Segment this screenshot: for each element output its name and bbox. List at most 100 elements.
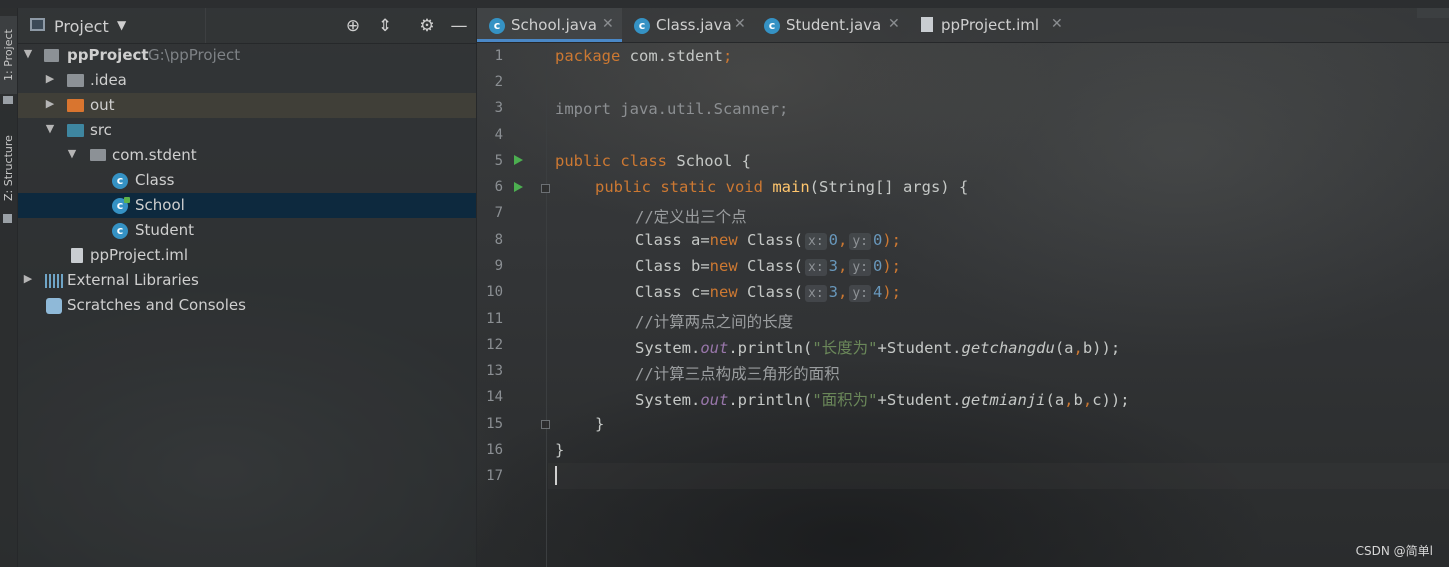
identifier: +Student.: [877, 391, 962, 409]
watermark: CSDN @简单l: [1355, 544, 1433, 558]
code-line-6[interactable]: public static void main(String[] args) {: [595, 178, 968, 196]
tree-item-out[interactable]: ▶ out: [18, 93, 476, 118]
comma: ,: [1073, 339, 1083, 357]
brace: }: [555, 441, 565, 459]
tree-item-idea[interactable]: ▶ .idea: [18, 68, 476, 93]
tree-item-label: src: [90, 121, 112, 139]
string-literal: "面积为": [812, 391, 878, 409]
expand-arrow-icon[interactable]: ▼: [66, 147, 78, 160]
code-line-9[interactable]: Class b=new Class(x: 3, y: 0);: [635, 257, 901, 276]
expand-arrow-icon[interactable]: ▼: [22, 47, 34, 60]
comma: ,: [1082, 391, 1093, 409]
comma: ,: [838, 283, 848, 301]
project-panel: Project ▼ ⊕ ⇕ ⚙ — ▼ ppProject G:\ppProje…: [18, 8, 477, 567]
locate-icon[interactable]: ⊕: [342, 15, 364, 37]
code-line-16[interactable]: }: [555, 441, 564, 459]
brace: }: [595, 415, 605, 433]
line-number: 1: [494, 48, 503, 64]
tree-item-label: Student: [135, 221, 195, 239]
source-folder-icon: [67, 124, 84, 137]
tree-item-external-libraries[interactable]: ▶ External Libraries: [18, 268, 476, 293]
param-hint-x: x:: [805, 259, 827, 276]
line-number: 10: [486, 284, 503, 300]
code-line-1[interactable]: package com.stdent;: [555, 47, 732, 65]
fold-marker-icon[interactable]: [541, 184, 550, 193]
comment: //计算三点构成三角形的面积: [635, 365, 840, 383]
gear-icon[interactable]: ⚙: [416, 15, 438, 37]
code-line-15[interactable]: }: [595, 415, 604, 433]
line-number: 16: [486, 442, 503, 458]
run-class-icon[interactable]: [514, 155, 523, 165]
tree-item-label: Scratches and Consoles: [67, 296, 246, 314]
tab-ppproject-iml[interactable]: ppProject.iml ✕: [907, 8, 1067, 42]
scratches-icon: [46, 298, 62, 314]
structure-tool-tab-label: Z: Structure: [2, 135, 15, 201]
class-icon: c: [112, 223, 128, 239]
close-icon[interactable]: ✕: [1051, 16, 1063, 32]
collapsed-arrow-icon[interactable]: ▶: [44, 72, 56, 85]
code-line-13[interactable]: //计算三点构成三角形的面积: [635, 362, 840, 384]
package-name: com.stdent: [620, 47, 723, 65]
code-line-8[interactable]: Class a=new Class(x: 0, y: 0);: [635, 231, 901, 250]
tree-item-label: .idea: [90, 71, 127, 89]
static-method: getmianji: [961, 391, 1046, 409]
argument: (a: [1045, 391, 1065, 409]
project-panel-header: Project ▼ ⊕ ⇕ ⚙ —: [18, 8, 476, 44]
ide-window: 1: Project Z: Structure Project ▼ ⊕ ⇕ ⚙ …: [0, 0, 1449, 567]
declaration: Class a=: [635, 231, 710, 249]
code-line-5[interactable]: public class School {: [555, 152, 751, 170]
run-main-icon[interactable]: [514, 182, 523, 192]
string-literal: "长度为": [812, 339, 878, 357]
code-line-10[interactable]: Class c=new Class(x: 3, y: 4);: [635, 283, 901, 302]
code-line-11[interactable]: //计算两点之间的长度: [635, 310, 793, 332]
tree-item-scratches[interactable]: Scratches and Consoles: [18, 293, 476, 318]
project-tool-tab-label: 1: Project: [2, 29, 15, 81]
tab-class-java[interactable]: c Class.java ✕: [622, 8, 752, 42]
close-icon[interactable]: ✕: [602, 16, 614, 32]
number: 3: [828, 283, 838, 301]
comma: ,: [838, 231, 848, 249]
project-view-selector[interactable]: Project: [54, 17, 109, 36]
tree-item-label: out: [90, 96, 115, 114]
tree-item-ppproject[interactable]: ▼ ppProject G:\ppProject: [18, 43, 476, 68]
tree-item-label: ppProject.iml: [90, 246, 189, 264]
collapsed-arrow-icon[interactable]: ▶: [44, 97, 56, 110]
tree-item-student[interactable]: c Student: [18, 218, 476, 243]
tree-item-class[interactable]: c Class: [18, 168, 476, 193]
tree-item-src[interactable]: ▼ src: [18, 118, 476, 143]
collapse-all-icon[interactable]: ⇕: [374, 15, 396, 37]
code-line-14[interactable]: System.out.println("面积为"+Student.getmian…: [635, 388, 1130, 410]
expand-arrow-icon[interactable]: ▼: [44, 122, 56, 135]
line-number: 3: [494, 100, 503, 116]
tree-item-package[interactable]: ▼ com.stdent: [18, 143, 476, 168]
keyword: new: [709, 231, 738, 249]
code-line-12[interactable]: System.out.println("长度为"+Student.getchan…: [635, 336, 1120, 358]
tree-item-iml[interactable]: ppProject.iml: [18, 243, 476, 268]
structure-tool-tab[interactable]: Z: Structure: [0, 128, 17, 208]
tree-item-school[interactable]: c School: [18, 193, 476, 218]
close-icon[interactable]: ✕: [888, 16, 900, 32]
chevron-down-icon[interactable]: ▼: [117, 18, 126, 32]
project-tool-tab[interactable]: 1: Project: [0, 16, 17, 94]
collapsed-arrow-icon[interactable]: ▶: [22, 272, 34, 285]
excluded-folder-icon: [67, 99, 84, 112]
number: 3: [828, 257, 838, 275]
close-paren: );: [882, 283, 902, 301]
fold-marker-icon[interactable]: [541, 420, 550, 429]
tab-school-java[interactable]: c School.java ✕: [477, 8, 622, 42]
constructor-call: Class(: [747, 231, 803, 249]
line-number: 12: [486, 337, 503, 353]
static-field: out: [700, 339, 729, 357]
folder-icon: [3, 96, 13, 104]
tab-student-java[interactable]: c Student.java ✕: [752, 8, 907, 42]
code-line-3[interactable]: import java.util.Scanner;: [555, 100, 788, 118]
close-icon[interactable]: ✕: [734, 16, 746, 32]
declaration: Class c=: [635, 283, 710, 301]
header-divider: [205, 8, 206, 43]
comma: ,: [838, 257, 848, 275]
code-line-7[interactable]: //定义出三个点: [635, 205, 747, 227]
argument: c));: [1092, 391, 1130, 409]
hide-icon[interactable]: —: [448, 15, 470, 37]
param-hint-y: y:: [849, 233, 871, 250]
param-hint-x: x:: [805, 233, 827, 250]
